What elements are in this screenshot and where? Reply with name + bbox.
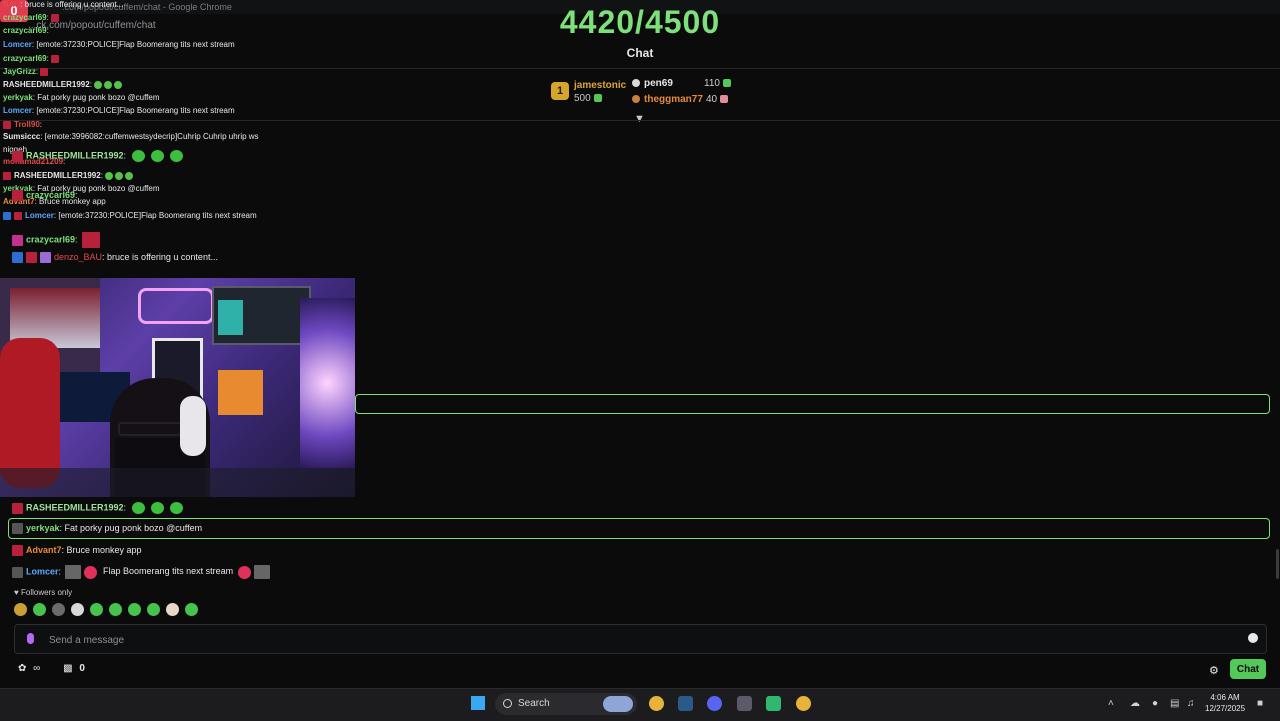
gift-icon (720, 95, 729, 104)
volume-icon[interactable]: ♫ (1187, 698, 1197, 709)
chat-line: Lomcer: Flap Boomerang tits next stream (12, 565, 273, 579)
users-icon[interactable]: ✿ (18, 663, 26, 674)
chat-line: Lomcer: [emote:37230:POLICE]Flap Boomera… (3, 106, 235, 115)
gift-icon (593, 94, 602, 103)
chat-line: RASHEEDMILLER1992: (12, 150, 184, 162)
bronze-medal-icon (632, 95, 640, 104)
leader-name: jamestonic (574, 80, 627, 91)
emoji-icon[interactable] (1248, 633, 1258, 643)
chat-line: crazycarl69: (12, 190, 78, 202)
taskbar-search[interactable]: Search (495, 693, 637, 715)
emote-icon[interactable] (166, 603, 179, 616)
leader-points: 110 (704, 78, 731, 89)
store-icon[interactable]: ▩ (63, 663, 72, 674)
leaderboard-second[interactable]: pen69 (632, 78, 673, 89)
leader-name: theggman77 (644, 94, 703, 105)
system-clock[interactable]: 4:06 AM 12/27/2025 (1205, 692, 1245, 714)
chevron-up-icon[interactable]: ˄ (1108, 698, 1118, 709)
chrome-icon[interactable] (796, 696, 811, 711)
leader-name: pen69 (644, 78, 673, 89)
chat-line: RASHEEDMILLER1992: (3, 80, 122, 89)
emote-icon[interactable] (90, 603, 103, 616)
mic-icon[interactable] (27, 633, 34, 644)
chat-line: RASHEEDMILLER1992: (12, 502, 184, 514)
divider (0, 68, 1280, 69)
cloud-icon[interactable]: ☁ (1130, 698, 1140, 709)
search-label: Search (518, 698, 550, 709)
goal-counter: 4420/4500 (559, 4, 721, 40)
chat-line: denzo_BAU: bruce is offering u content..… (12, 252, 218, 264)
leader-points: 500 (574, 93, 602, 104)
chat-line: yerkyak: Fat porky pug ponk bozo @cuffem (12, 523, 202, 535)
leaderboard-third[interactable]: theggman77 (632, 94, 703, 105)
infinity-icon[interactable]: ∞ (33, 663, 40, 674)
gift-icon (722, 79, 731, 88)
chat-line: Lomcer: [emote:37230:POLICE]Flap Boomera… (3, 211, 257, 220)
chat-line: Sumsiccc: [emote:3996082:cuffemwestsydec… (3, 132, 259, 141)
kick-icon[interactable] (766, 696, 781, 711)
scrollbar[interactable] (1276, 549, 1279, 579)
emote-icon[interactable] (14, 603, 27, 616)
chat-line: Troll90: (3, 120, 42, 129)
emote-icon[interactable] (52, 603, 65, 616)
app-icon[interactable] (737, 696, 752, 711)
notification-icon[interactable]: ■ (1257, 698, 1267, 709)
search-highlight-image (603, 696, 633, 712)
emote-icon[interactable] (185, 603, 198, 616)
emote-icon[interactable] (147, 603, 160, 616)
leader-points: 40 (706, 94, 729, 105)
divider (0, 120, 1280, 121)
emote-bar[interactable] (14, 603, 204, 621)
silver-medal-icon (632, 79, 640, 88)
message-input-box[interactable] (14, 624, 1267, 654)
taskbar (0, 688, 1280, 721)
emote-icon[interactable] (33, 603, 46, 616)
chat-line: yerkyak: Fat porky pug ponk bozo @cuffem (3, 93, 160, 102)
rank-badge: 1 (551, 82, 569, 100)
start-icon[interactable] (471, 696, 485, 710)
mic-icon[interactable]: ● (1152, 698, 1162, 709)
discord-icon[interactable] (707, 696, 722, 711)
gear-icon[interactable]: ⚙ (1209, 664, 1219, 677)
chat-send-button[interactable]: Chat (1230, 659, 1266, 679)
chat-line: Advant7: Bruce monkey app (12, 545, 142, 557)
network-icon[interactable]: ▤ (1170, 698, 1180, 709)
highlighted-message (355, 394, 1270, 414)
points-count: 0 (79, 663, 85, 674)
chat-line: crazycarl69: (12, 232, 103, 248)
chrome-icon[interactable] (649, 696, 664, 711)
search-icon (503, 699, 512, 708)
webcam-video (0, 278, 355, 497)
heart-icon: ♥ (14, 588, 21, 597)
chat-line: crazycarl69: (3, 54, 62, 63)
collapse-icon[interactable]: ▼ (634, 113, 645, 125)
steam-icon[interactable] (678, 696, 693, 711)
followers-only-status: ♥ Followers only (14, 588, 73, 597)
chat-line: Lomcer: [emote:37230:POLICE]Flap Boomera… (3, 40, 235, 49)
chat-line: BAU: bruce is offering u content... (3, 0, 124, 9)
chat-footer-info: ✿ ∞ ▩ 0 (18, 663, 85, 674)
chat-line: crazycarl69: (3, 26, 49, 35)
message-input[interactable] (47, 630, 1231, 650)
emote-icon[interactable] (109, 603, 122, 616)
chat-line: crazycarl69: (3, 13, 62, 22)
emote-icon[interactable] (71, 603, 84, 616)
chat-line: RASHEEDMILLER1992: (3, 171, 133, 180)
emote-icon[interactable] (128, 603, 141, 616)
chat-line: JayGrizz: (3, 67, 51, 76)
